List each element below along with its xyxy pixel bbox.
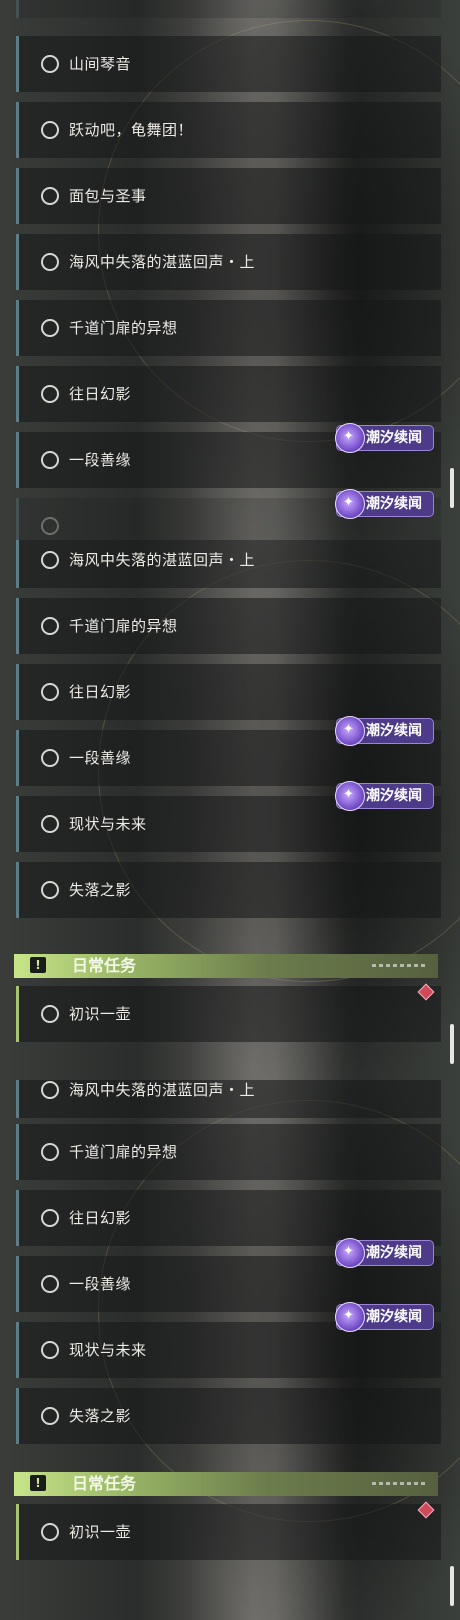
quest-item[interactable]: 海风中失落的湛蓝回声・上: [16, 540, 441, 588]
circle-icon: [41, 1005, 59, 1023]
circle-icon: [41, 517, 59, 535]
quest-item[interactable]: 现状与未来: [16, 1322, 441, 1378]
daily-quest-item[interactable]: 初识一壶: [16, 1504, 441, 1560]
section-title: 日常任务: [72, 956, 137, 975]
tide-sequel-tag: 潮汐续闻: [335, 489, 434, 519]
circle-icon: [41, 815, 59, 833]
tide-sequel-tag: 潮汐续闻: [335, 1238, 434, 1268]
daily-quest-item[interactable]: 初识一壶: [16, 986, 441, 1042]
circle-icon: [41, 1081, 59, 1099]
quest-item[interactable]: 海风中失落的湛蓝回声・上: [16, 1080, 441, 1118]
quest-item[interactable]: 山间琴音: [16, 36, 441, 92]
quest-item-label: 一段善缘: [69, 451, 132, 469]
section-title: 日常任务: [72, 1474, 137, 1493]
quest-item[interactable]: 往日幻影: [16, 1190, 441, 1246]
tag-label: 潮汐续闻: [366, 723, 422, 739]
quest-item[interactable]: 跃动吧，龟舞团！: [16, 102, 441, 158]
circle-icon: [41, 187, 59, 205]
header-decoration: [372, 1482, 428, 1485]
quest-panel-2: 海风中失落的湛蓝回声・上 千道门扉的异想 往日幻影 一段善缘 现状与未来 失落之…: [0, 540, 460, 1080]
quest-item[interactable]: 千道门扉的异想: [16, 598, 441, 654]
daily-quest-header[interactable]: ! 日常任务: [14, 1472, 438, 1496]
circle-icon: [41, 1407, 59, 1425]
circle-icon: [41, 749, 59, 767]
tide-sequel-tag: 潮汐续闻: [335, 716, 434, 746]
quest-item[interactable]: 往日幻影: [16, 664, 441, 720]
quest-item[interactable]: 面包与圣事: [16, 168, 441, 224]
quest-item-label: 初识一壶: [69, 1523, 132, 1541]
quest-item[interactable]: 海风中失落的湛蓝回声・上: [16, 234, 441, 290]
circle-icon: [41, 55, 59, 73]
scrollbar[interactable]: [450, 1566, 454, 1606]
quest-item-label: 现状与未来: [69, 815, 147, 833]
tag-label: 潮汐续闻: [366, 1309, 422, 1325]
quest-item-partial-top[interactable]: [16, 0, 441, 18]
circle-icon: [41, 1275, 59, 1293]
quest-item-label: 现状与未来: [69, 1341, 147, 1359]
quest-item-label: 往日幻影: [69, 1209, 132, 1227]
quest-item-label: 失落之影: [69, 881, 132, 899]
circle-icon: [41, 1143, 59, 1161]
circle-icon: [41, 385, 59, 403]
tag-label: 潮汐续闻: [366, 496, 422, 512]
quest-item-label: 海风中失落的湛蓝回声・上: [69, 1081, 256, 1099]
quest-item-label: 千道门扉的异想: [69, 319, 178, 337]
circle-icon: [41, 253, 59, 271]
quest-item-label: 往日幻影: [69, 385, 132, 403]
quest-panel-1: 山间琴音 跃动吧，龟舞团！ 面包与圣事 海风中失落的湛蓝回声・上 千道门扉的异想…: [0, 0, 460, 540]
quest-item-label: 千道门扉的异想: [69, 1143, 178, 1161]
daily-quest-header[interactable]: ! 日常任务: [14, 954, 438, 978]
circle-icon: [41, 319, 59, 337]
quest-panel-3: 海风中失落的湛蓝回声・上 千道门扉的异想 往日幻影 一段善缘 现状与未来 失落之…: [0, 1080, 460, 1620]
header-decoration: [372, 964, 428, 967]
tide-sequel-tag: 潮汐续闻: [335, 423, 434, 453]
circle-icon: [41, 683, 59, 701]
quest-item-label: 失落之影: [69, 1407, 132, 1425]
exclamation-icon: !: [30, 1475, 46, 1491]
quest-item-label: 面包与圣事: [69, 187, 147, 205]
circle-icon: [41, 551, 59, 569]
quest-item-label: 山间琴音: [69, 55, 132, 73]
quest-item[interactable]: 失落之影: [16, 1388, 441, 1444]
circle-icon: [41, 1209, 59, 1227]
quest-item-label: 海风中失落的湛蓝回声・上: [69, 253, 256, 271]
tide-sequel-icon: [335, 781, 365, 811]
exclamation-icon: !: [30, 957, 46, 973]
tag-label: 潮汐续闻: [366, 788, 422, 804]
tide-sequel-tag: 潮汐续闻: [335, 781, 434, 811]
quest-item-label: 初识一壶: [69, 1005, 132, 1023]
quest-item-label: 往日幻影: [69, 683, 132, 701]
scrollbar[interactable]: [450, 1024, 454, 1064]
circle-icon: [41, 121, 59, 139]
quest-item[interactable]: 失落之影: [16, 862, 441, 918]
circle-icon: [41, 1341, 59, 1359]
quest-item[interactable]: 千道门扉的异想: [16, 1124, 441, 1180]
circle-icon: [41, 1523, 59, 1541]
tag-label: 潮汐续闻: [366, 430, 422, 446]
circle-icon: [41, 881, 59, 899]
tide-sequel-icon: [335, 1302, 365, 1332]
tide-sequel-icon: [335, 423, 365, 453]
tag-label: 潮汐续闻: [366, 1245, 422, 1261]
circle-icon: [41, 451, 59, 469]
quest-item-label: 海风中失落的湛蓝回声・上: [69, 551, 256, 569]
quest-item[interactable]: 千道门扉的异想: [16, 300, 441, 356]
quest-item-label: 一段善缘: [69, 1275, 132, 1293]
quest-item-label: 一段善缘: [69, 749, 132, 767]
tide-sequel-icon: [335, 716, 365, 746]
tide-sequel-tag: 潮汐续闻: [335, 1302, 434, 1332]
quest-item-label: 跃动吧，龟舞团！: [69, 121, 194, 139]
tide-sequel-icon: [335, 1238, 365, 1268]
quest-item[interactable]: 往日幻影: [16, 366, 441, 422]
quest-item-label: 千道门扉的异想: [69, 617, 178, 635]
tide-sequel-icon: [335, 489, 365, 519]
scrollbar[interactable]: [450, 468, 454, 508]
circle-icon: [41, 617, 59, 635]
